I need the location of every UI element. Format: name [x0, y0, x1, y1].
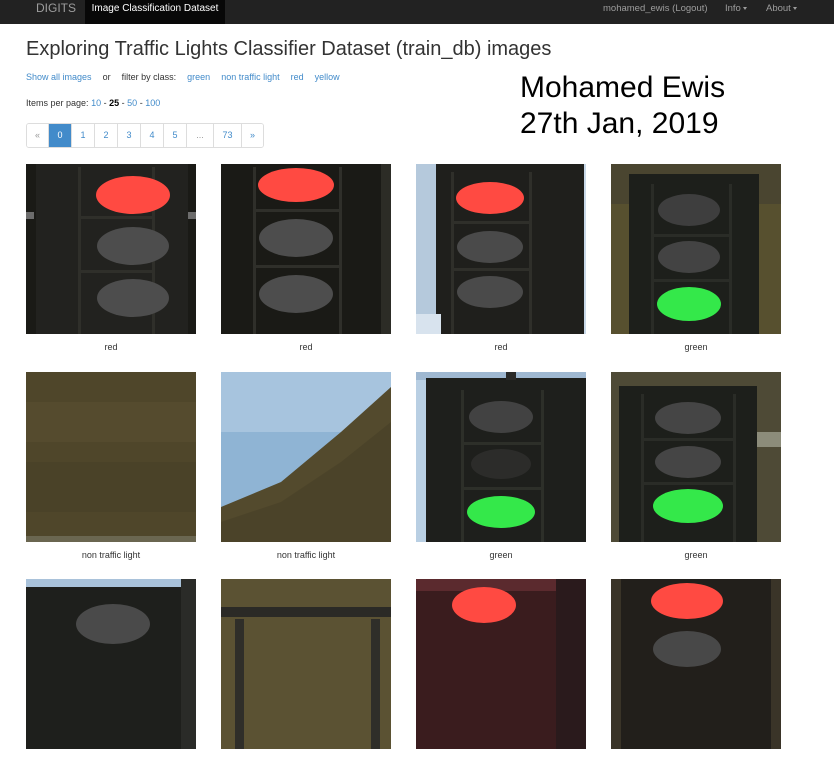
about-menu-label: About	[766, 3, 791, 14]
image-tile[interactable]: non traffic light	[26, 372, 196, 560]
items-per-page-label: Items per page:	[26, 98, 89, 108]
image-label: green	[489, 550, 513, 560]
image-label: non traffic light	[276, 550, 336, 560]
filter-green-link[interactable]: green	[187, 72, 210, 82]
filter-non-traffic-light-link[interactable]: non traffic light	[221, 72, 279, 82]
traffic-light-red-image	[416, 164, 586, 334]
image-label: red	[299, 342, 313, 352]
per-page-50-link[interactable]: 50	[127, 98, 137, 108]
image-tile[interactable]	[416, 579, 586, 757]
logout-link[interactable]: mohamed_ewis (Logout)	[603, 0, 708, 24]
image-tile[interactable]: non traffic light	[221, 372, 391, 560]
pagination-page-0[interactable]: 0	[49, 124, 72, 147]
image-tile[interactable]: green	[611, 164, 781, 352]
tab-image-classification-dataset[interactable]: Image Classification Dataset	[85, 0, 225, 24]
pagination-next-button[interactable]: »	[242, 124, 263, 147]
pagination-page-4[interactable]: 4	[141, 124, 164, 147]
items-per-page: Items per page: 10 - 25 - 50 - 100	[26, 98, 160, 108]
info-menu[interactable]: Info	[725, 0, 747, 24]
image-tile[interactable]: green	[611, 372, 781, 560]
image-label: green	[684, 550, 708, 560]
image-label: non traffic light	[81, 550, 141, 560]
pagination: « 0 1 2 3 4 5 ... 73 »	[26, 123, 264, 148]
pagination-page-1[interactable]: 1	[72, 124, 95, 147]
image-tile[interactable]	[26, 579, 196, 757]
filter-label: filter by class:	[121, 72, 177, 82]
pagination-page-5[interactable]: 5	[164, 124, 187, 147]
show-all-images-link[interactable]: Show all images	[26, 72, 92, 82]
brand-logo[interactable]: DIGITS	[36, 0, 76, 24]
author-overlay: Mohamed Ewis 27th Jan, 2019	[520, 70, 725, 142]
separator: -	[103, 98, 107, 108]
author-date: 27th Jan, 2019	[520, 107, 719, 140]
image-label: red	[494, 342, 508, 352]
separator: -	[139, 98, 143, 108]
image-label: red	[104, 342, 118, 352]
or-text: or	[102, 72, 111, 82]
class-filter-bar: Show all images or filter by class: gree…	[26, 72, 340, 82]
traffic-light-green-image	[611, 164, 781, 334]
pagination-page-73[interactable]: 73	[214, 124, 242, 147]
traffic-light-green-image	[611, 372, 781, 542]
per-page-10-link[interactable]: 10	[91, 98, 101, 108]
per-page-100-link[interactable]: 100	[145, 98, 160, 108]
traffic-light-green-image	[416, 372, 586, 542]
filter-red-link[interactable]: red	[291, 72, 304, 82]
page-title: Exploring Traffic Lights Classifier Data…	[26, 38, 552, 60]
pagination-page-2[interactable]: 2	[95, 124, 118, 147]
separator: -	[121, 98, 125, 108]
traffic-light-red-image	[611, 579, 781, 749]
traffic-light-pole-image	[221, 579, 391, 749]
traffic-light-red-image	[416, 579, 586, 749]
pagination-prev-button[interactable]: «	[27, 124, 49, 147]
caret-down-icon	[792, 6, 797, 10]
image-tile[interactable]: red	[221, 164, 391, 352]
image-tile[interactable]: green	[416, 372, 586, 560]
ground-texture-image	[26, 372, 196, 542]
traffic-light-red-image	[26, 164, 196, 334]
per-page-25-selected: 25	[109, 98, 120, 108]
sky-and-hill-image	[221, 372, 391, 542]
image-tile[interactable]	[611, 579, 781, 757]
top-navbar: DIGITS Image Classification Dataset moha…	[0, 0, 834, 24]
info-menu-label: Info	[725, 3, 741, 14]
author-name: Mohamed Ewis	[520, 71, 726, 104]
traffic-light-image	[26, 579, 196, 749]
pagination-ellipsis: ...	[187, 124, 214, 147]
image-tile[interactable]	[221, 579, 391, 757]
about-menu[interactable]: About	[766, 0, 797, 24]
traffic-light-red-image	[221, 164, 391, 334]
caret-down-icon	[742, 6, 747, 10]
image-tile[interactable]: red	[26, 164, 196, 352]
pagination-page-3[interactable]: 3	[118, 124, 141, 147]
image-label: green	[684, 342, 708, 352]
image-tile[interactable]: red	[416, 164, 586, 352]
filter-yellow-link[interactable]: yellow	[315, 72, 340, 82]
